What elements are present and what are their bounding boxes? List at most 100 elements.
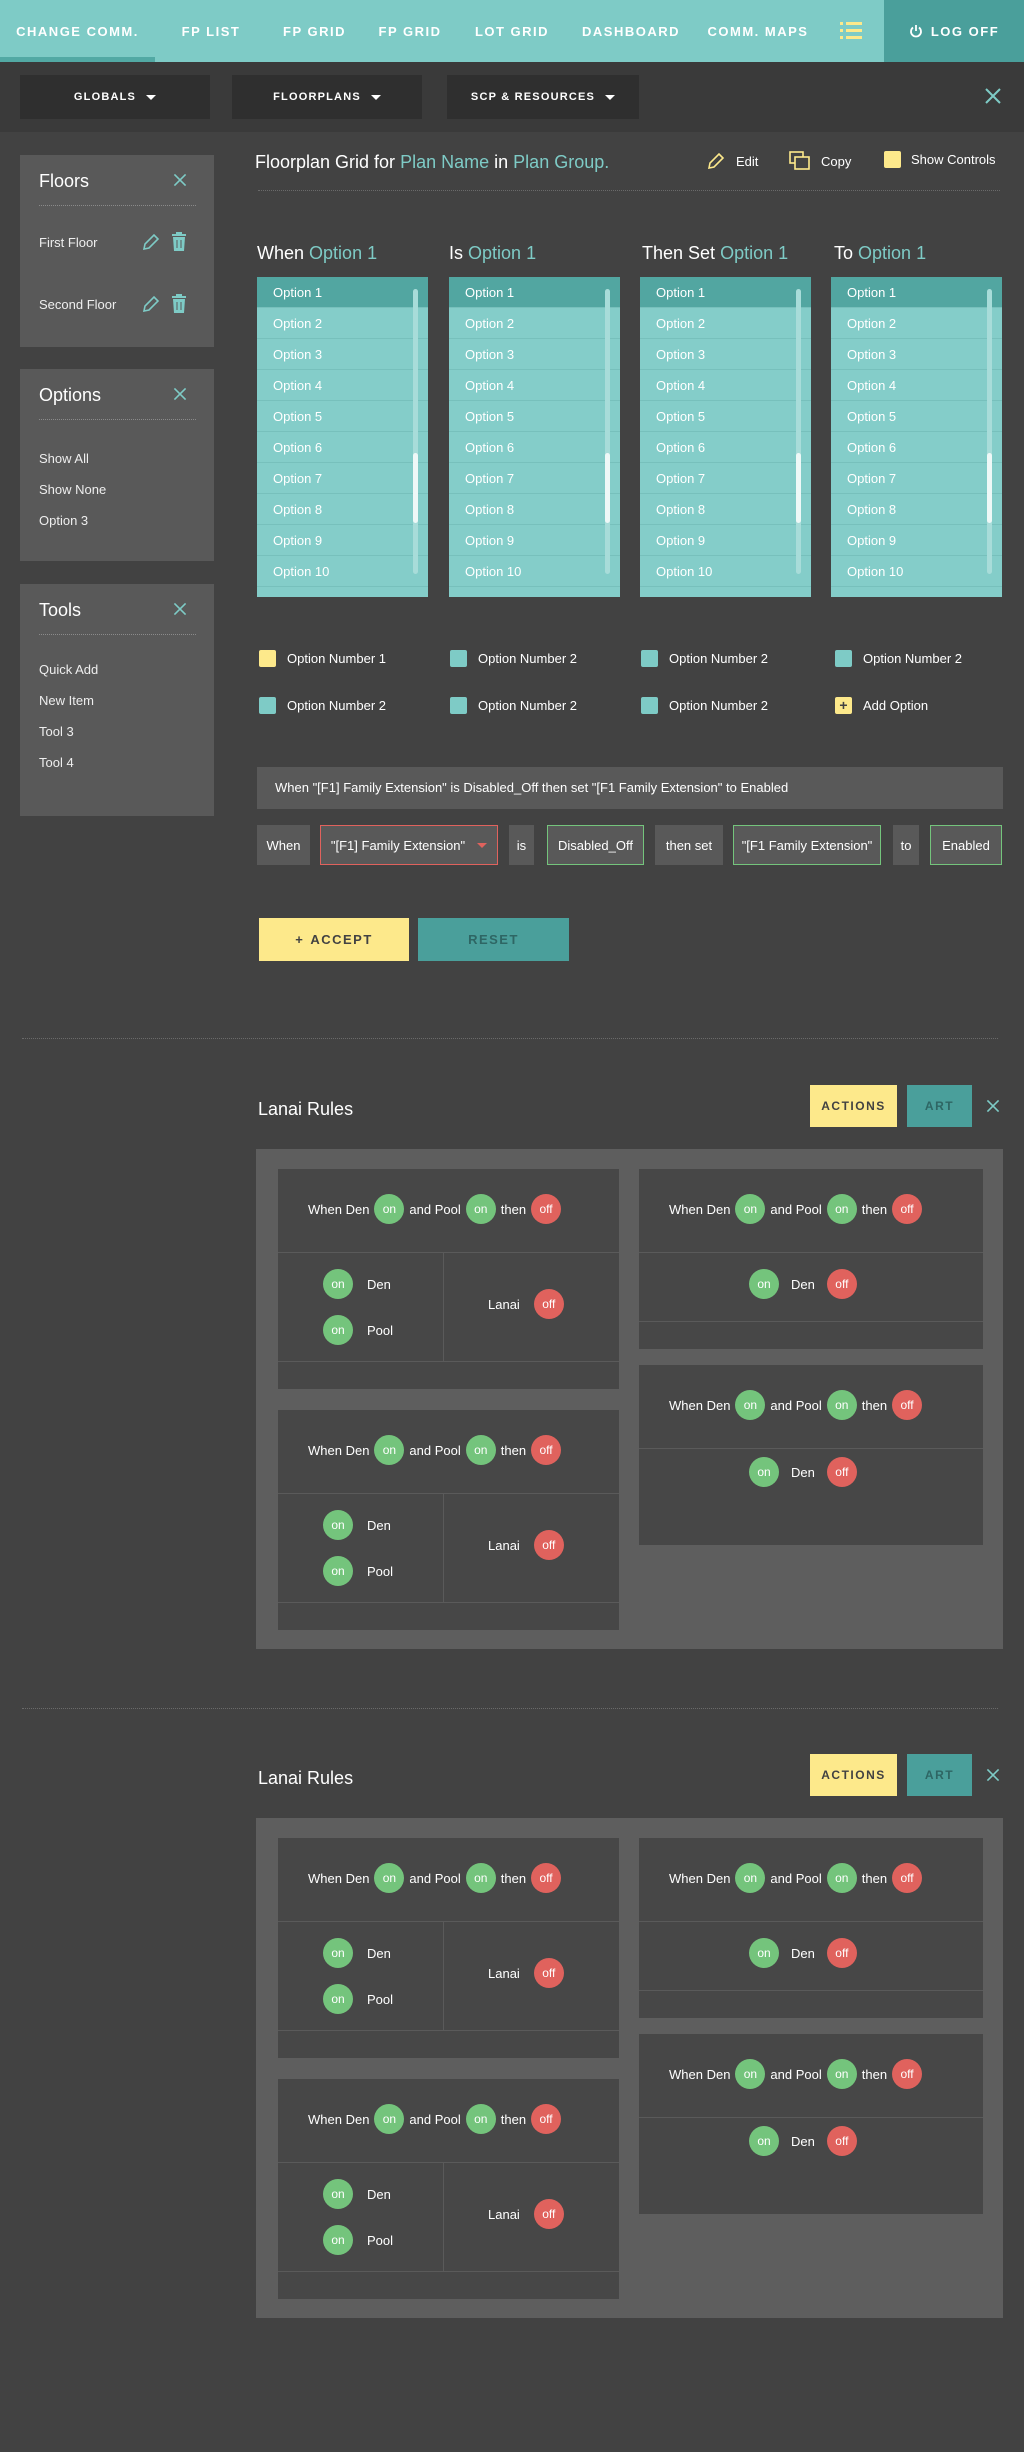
list-option[interactable]: Option 1 <box>640 277 811 308</box>
option-checkbox[interactable]: Option Number 2 <box>835 650 962 667</box>
tool-4[interactable]: Tool 4 <box>39 755 74 770</box>
off-toggle[interactable]: off <box>531 2104 562 2134</box>
on-toggle[interactable]: on <box>323 1556 353 1586</box>
on-toggle[interactable]: on <box>749 1457 779 1487</box>
scp-resources-dropdown[interactable]: SCP & RESOURCES <box>447 75 639 119</box>
list-option[interactable]: Option 9 <box>831 525 1002 556</box>
list-option[interactable]: Option 7 <box>640 463 811 494</box>
on-toggle[interactable]: on <box>465 2104 496 2134</box>
scrollbar-thumb[interactable] <box>605 453 610 523</box>
pencil-icon[interactable] <box>141 232 161 252</box>
list-option[interactable]: Option 8 <box>449 494 620 525</box>
list-option[interactable]: Option 4 <box>640 370 811 401</box>
off-toggle[interactable]: off <box>531 1863 562 1893</box>
list-option[interactable]: Option 1 <box>831 277 1002 308</box>
off-toggle[interactable]: off <box>533 2199 564 2229</box>
off-toggle[interactable]: off <box>892 1863 923 1893</box>
option-checkbox[interactable]: Option Number 2 <box>641 650 768 667</box>
on-toggle[interactable]: on <box>749 1938 779 1968</box>
is-listbox[interactable]: Option 1 Option 2 Option 3 Option 4 Option 5… <box>449 277 620 597</box>
list-option[interactable]: Option 10 <box>831 556 1002 587</box>
off-toggle[interactable]: off <box>892 1390 923 1420</box>
trash-icon[interactable] <box>170 232 188 252</box>
on-toggle[interactable]: on <box>323 1269 353 1299</box>
list-option[interactable]: Option 3 <box>831 339 1002 370</box>
close-icon[interactable] <box>172 386 188 402</box>
on-toggle[interactable]: on <box>323 1984 353 2014</box>
list-option[interactable]: Option 2 <box>831 308 1002 339</box>
off-toggle[interactable]: off <box>826 2126 857 2156</box>
list-option[interactable]: Option 7 <box>449 463 620 494</box>
list-option[interactable]: Option 5 <box>640 401 811 432</box>
option-checkbox[interactable]: Option Number 2 <box>641 697 768 714</box>
add-option-button[interactable]: + Add Option <box>835 697 928 714</box>
floorplans-dropdown[interactable]: FLOORPLANS <box>232 75 422 119</box>
tab-change-comm[interactable]: CHANGE COMM. <box>0 0 155 62</box>
on-toggle[interactable]: on <box>826 2059 857 2089</box>
tab-lot-grid[interactable]: LOT GRID <box>458 0 566 62</box>
off-toggle[interactable]: off <box>533 1530 564 1560</box>
to-listbox[interactable]: Option 1 Option 2 Option 3 Option 4 Option 5… <box>831 277 1002 597</box>
option-checkbox[interactable]: Option Number 1 <box>259 650 386 667</box>
on-toggle[interactable]: on <box>735 1390 766 1420</box>
then-set-listbox[interactable]: Option 1 Option 2 Option 3 Option 4 Option 5… <box>640 277 811 597</box>
scrollbar-thumb[interactable] <box>987 453 992 523</box>
off-toggle[interactable]: off <box>531 1435 562 1465</box>
on-toggle[interactable]: on <box>374 1435 405 1465</box>
list-option[interactable]: Option 7 <box>831 463 1002 494</box>
reset-button[interactable]: RESET <box>418 918 569 961</box>
list-option[interactable]: Option 6 <box>640 432 811 463</box>
option-show-all[interactable]: Show All <box>39 451 89 466</box>
off-toggle[interactable]: off <box>533 1958 564 1988</box>
plan-group-link[interactable]: Plan Group. <box>513 152 609 172</box>
off-toggle[interactable]: off <box>531 1194 562 1224</box>
option-checkbox[interactable]: Option Number 2 <box>450 650 577 667</box>
on-toggle[interactable]: on <box>374 1863 405 1893</box>
list-option[interactable]: Option 4 <box>449 370 620 401</box>
on-toggle[interactable]: on <box>323 2179 353 2209</box>
globals-dropdown[interactable]: GLOBALS <box>20 75 210 119</box>
art-button[interactable]: ART <box>907 1085 972 1127</box>
on-toggle[interactable]: on <box>374 2104 405 2134</box>
option-checkbox[interactable]: Option Number 2 <box>450 697 577 714</box>
off-toggle[interactable]: off <box>892 1194 923 1224</box>
list-option[interactable]: Option 9 <box>640 525 811 556</box>
rule-target-field[interactable]: "[F1 Family Extension" <box>733 825 881 865</box>
list-option[interactable]: Option 4 <box>831 370 1002 401</box>
on-toggle[interactable]: on <box>826 1863 857 1893</box>
list-option[interactable]: Option 5 <box>831 401 1002 432</box>
log-off-button[interactable]: LOG OFF <box>884 0 1024 62</box>
list-menu-icon[interactable] <box>838 18 864 44</box>
list-option[interactable]: Option 10 <box>449 556 620 587</box>
list-option[interactable]: Option 8 <box>257 494 428 525</box>
list-option[interactable]: Option 7 <box>257 463 428 494</box>
list-option[interactable]: Option 2 <box>449 308 620 339</box>
on-toggle[interactable]: on <box>465 1435 496 1465</box>
tab-fp-grid-2[interactable]: FP GRID <box>362 0 458 62</box>
off-toggle[interactable]: off <box>533 1289 564 1319</box>
on-toggle[interactable]: on <box>323 1938 353 1968</box>
on-toggle[interactable]: on <box>323 2225 353 2255</box>
off-toggle[interactable]: off <box>826 1269 857 1299</box>
on-toggle[interactable]: on <box>323 1315 353 1345</box>
on-toggle[interactable]: on <box>323 1510 353 1540</box>
close-icon[interactable] <box>172 601 188 617</box>
list-option[interactable]: Option 8 <box>831 494 1002 525</box>
list-option[interactable]: Option 9 <box>257 525 428 556</box>
edit-button[interactable]: Edit <box>706 151 758 171</box>
scrollbar-track[interactable] <box>987 289 992 574</box>
on-toggle[interactable]: on <box>826 1194 857 1224</box>
scrollbar-thumb[interactable] <box>413 453 418 523</box>
off-toggle[interactable]: off <box>826 1938 857 1968</box>
copy-button[interactable]: Copy <box>789 151 851 171</box>
list-option[interactable]: Option 6 <box>257 432 428 463</box>
on-toggle[interactable]: on <box>465 1194 496 1224</box>
actions-button[interactable]: ACTIONS <box>810 1754 897 1796</box>
on-toggle[interactable]: on <box>374 1194 405 1224</box>
rule-field-select[interactable]: "[F1] Family Extension" <box>320 825 498 865</box>
list-option[interactable]: Option 5 <box>449 401 620 432</box>
floor-item-first[interactable]: First Floor <box>39 235 98 250</box>
tab-comm-maps[interactable]: COMM. MAPS <box>696 0 820 62</box>
list-option[interactable]: Option 10 <box>640 556 811 587</box>
tool-quick-add[interactable]: Quick Add <box>39 662 98 677</box>
